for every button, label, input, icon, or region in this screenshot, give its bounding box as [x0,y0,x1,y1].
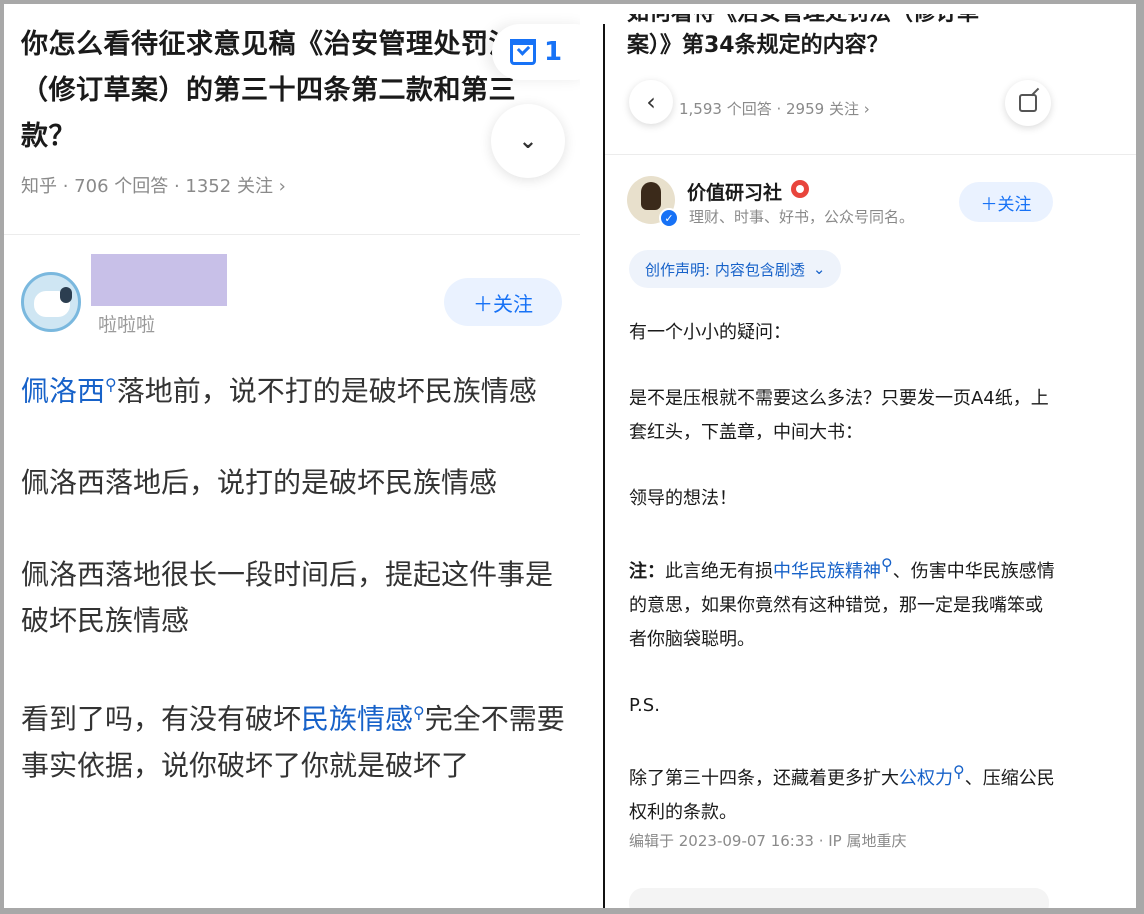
favorite-count: 1 [544,37,563,67]
follow-button[interactable]: ＋关注 [444,278,562,326]
keyword-link[interactable]: 中华民族精神 [773,561,881,582]
avatar-ear [60,287,72,303]
favorite-icon [510,39,536,65]
paragraph-text: 此言绝无有损 [665,561,773,582]
author-name[interactable]: 价值研习社 [687,178,782,205]
share-button[interactable] [1005,80,1051,126]
paragraph-text: 看到了吗，有没有破坏 [21,702,302,736]
divider [4,234,580,235]
answer-body: 佩洛西⚲落地前，说不打的是破坏民族情感 佩洛西落地后，说打的是破坏民族情感 佩洛… [21,362,569,835]
title-clipped-text: 如何看待《治安管理处罚法（修订草 [627,14,979,30]
keyword-link[interactable]: 民族情感 [301,703,413,736]
paragraph-text: 佩洛西落地后，说打的是破坏民族情感 [21,466,498,500]
author-bio: 理财、时事、好书，公众号同名。 [689,208,915,226]
answer-paragraph: 佩洛西落地很长一段时间后，提起这件事是破坏民族情感 [21,552,569,644]
answer-paragraph: 除了第三十四条，还藏着更多扩大公权力⚲、压缩公民权利的条款。 [629,755,1059,830]
right-screen: 如何看待《治安管理处罚法（修订草 案）》第34条规定的内容？ ‹ 1,593 个… [605,4,1136,908]
answer-body: 有一个小小的疑问： 是不是压根就不需要这么多法？只要发一页A4纸，上套红头，下盖… [629,316,1059,862]
search-icon: ⚲ [953,762,965,781]
answer-paragraph: 有一个小小的疑问： [629,322,791,343]
back-icon: ‹ [646,88,656,116]
paragraph-text: 除了第三十四条，还藏着更多扩大 [629,768,899,789]
note-label: 注： [629,561,665,582]
question-meta[interactable]: 1,593 个回答 · 2959 关注 › [679,98,870,119]
answer-paragraph: 注：此言绝无有损中华民族精神⚲、伤害中华民族感情的意思，如果你竟然有这种错觉，那… [629,548,1059,657]
paragraph-text: 落地前，说不打的是破坏民族情感 [116,374,537,408]
search-icon: ⚲ [105,375,117,394]
verified-icon: ✓ [659,208,679,228]
creation-declaration[interactable]: 创作声明: 内容包含剧透 ⌄ [629,250,842,288]
follow-button[interactable]: ＋关注 [959,182,1053,222]
badge-icon [791,180,809,198]
keyword-link[interactable]: 公权力 [899,768,953,789]
screenshot-frame: 你怎么看待征求意见稿《治安管理处罚法》（修订草案）的第三十四条第二款和第三款？ … [4,4,1136,908]
title-clipped-line: 如何看待《治安管理处罚法（修订草 [627,14,1067,30]
declaration-text: 创作声明: 内容包含剧透 [645,260,805,279]
edit-timestamp: 编辑于 2023-09-07 16:33 · IP 属地重庆 [629,832,907,850]
search-icon: ⚲ [413,703,425,723]
divider [605,154,1136,155]
answer-paragraph: 看到了吗，有没有破坏民族情感⚲完全不需要事实依据，说你破坏了你就是破坏了 [21,690,569,788]
title-line: 案）》第34条规定的内容？ [627,33,889,58]
avatar[interactable] [21,272,81,332]
expand-button[interactable]: ⌄ [491,104,565,178]
answer-paragraph: 领导的想法！ [629,488,737,509]
back-button[interactable]: ‹ [629,80,673,124]
chevron-double-down-icon: ⌄ [518,128,538,154]
paragraph-text: 佩洛西落地很长一段时间后，提起这件事是破坏民族情感 [21,558,554,638]
answer-paragraph: 是不是压根就不需要这么多法？只要发一页A4纸，上套红头，下盖章，中间大书： [629,388,1049,443]
left-screen: 你怎么看待征求意见稿《治安管理处罚法》（修订草案）的第三十四条第二款和第三款？ … [4,4,580,908]
chevron-down-icon: ⌄ [812,260,826,278]
author-subtitle: 啦啦啦 [98,314,156,336]
share-icon [1019,94,1037,112]
author-name-redacted [91,254,227,306]
answer-paragraph: 佩洛西⚲落地前，说不打的是破坏民族情感 [21,362,569,414]
search-icon: ⚲ [881,555,893,574]
question-title[interactable]: 你怎么看待征求意见稿《治安管理处罚法》（修订草案）的第三十四条第二款和第三款？ [21,22,566,160]
question-title[interactable]: 如何看待《治安管理处罚法（修订草 案）》第34条规定的内容？ [627,14,1067,62]
answer-paragraph: P.S. [629,695,660,716]
avatar-image [641,182,661,210]
favorite-button[interactable]: 1 [492,24,580,80]
answer-paragraph: 佩洛西落地后，说打的是破坏民族情感 [21,460,569,506]
keyword-link[interactable]: 佩洛西 [21,374,105,407]
question-meta[interactable]: 知乎 · 706 个回答 · 1352 关注 › [21,172,286,198]
bottom-bar [629,888,1049,908]
